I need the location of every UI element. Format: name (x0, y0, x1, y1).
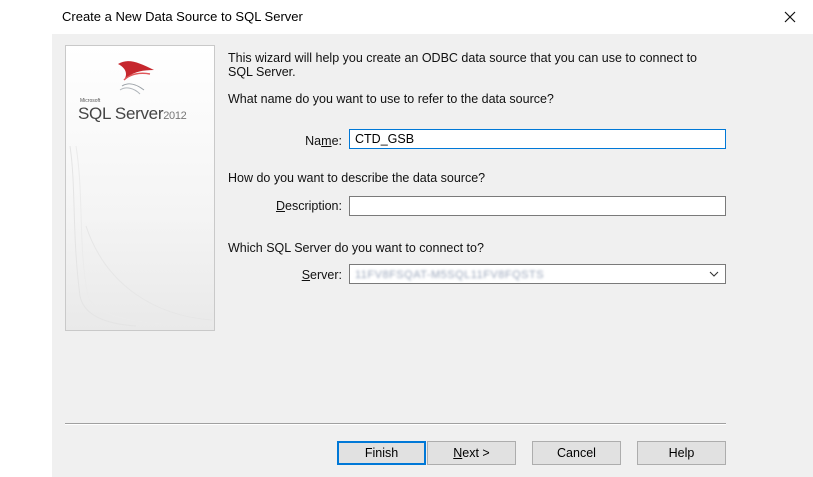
logo-product-text: SQL Server2012 (78, 104, 187, 123)
next-button[interactable]: Next > (427, 441, 516, 465)
finish-button[interactable]: Finish (337, 441, 426, 465)
intro-text-line2: SQL Server. (228, 65, 296, 79)
help-button[interactable]: Help (637, 441, 726, 465)
name-question: What name do you want to use to refer to… (228, 92, 554, 106)
dialog-window: Create a New Data Source to SQL Server M… (52, 0, 813, 477)
footer-separator (65, 423, 726, 425)
window-title: Create a New Data Source to SQL Server (62, 9, 303, 24)
name-input[interactable]: CTD_GSB (349, 129, 726, 149)
server-label: Server: (301, 268, 342, 282)
name-label: Name: (305, 134, 342, 148)
product-banner: Microsoft SQL Server2012 (65, 45, 215, 331)
description-question: How do you want to describe the data sou… (228, 171, 486, 185)
description-input[interactable] (349, 196, 726, 216)
intro-text-line1: This wizard will help you create an ODBC… (228, 51, 697, 65)
decorative-swirl-icon (69, 146, 213, 327)
description-label: Description: (275, 199, 342, 213)
sql-server-logo-icon (118, 61, 154, 95)
close-button[interactable] (767, 0, 813, 34)
close-icon (784, 11, 796, 23)
server-value: 11FV8FSQAT-M5SQL11FV8FQSTS (355, 269, 545, 281)
chevron-down-icon (709, 271, 719, 277)
cancel-button[interactable]: Cancel (532, 441, 621, 465)
server-question: Which SQL Server do you want to connect … (228, 241, 484, 255)
title-bar: Create a New Data Source to SQL Server (52, 0, 813, 34)
server-combobox[interactable]: 11FV8FSQAT-M5SQL11FV8FQSTS (349, 264, 726, 284)
